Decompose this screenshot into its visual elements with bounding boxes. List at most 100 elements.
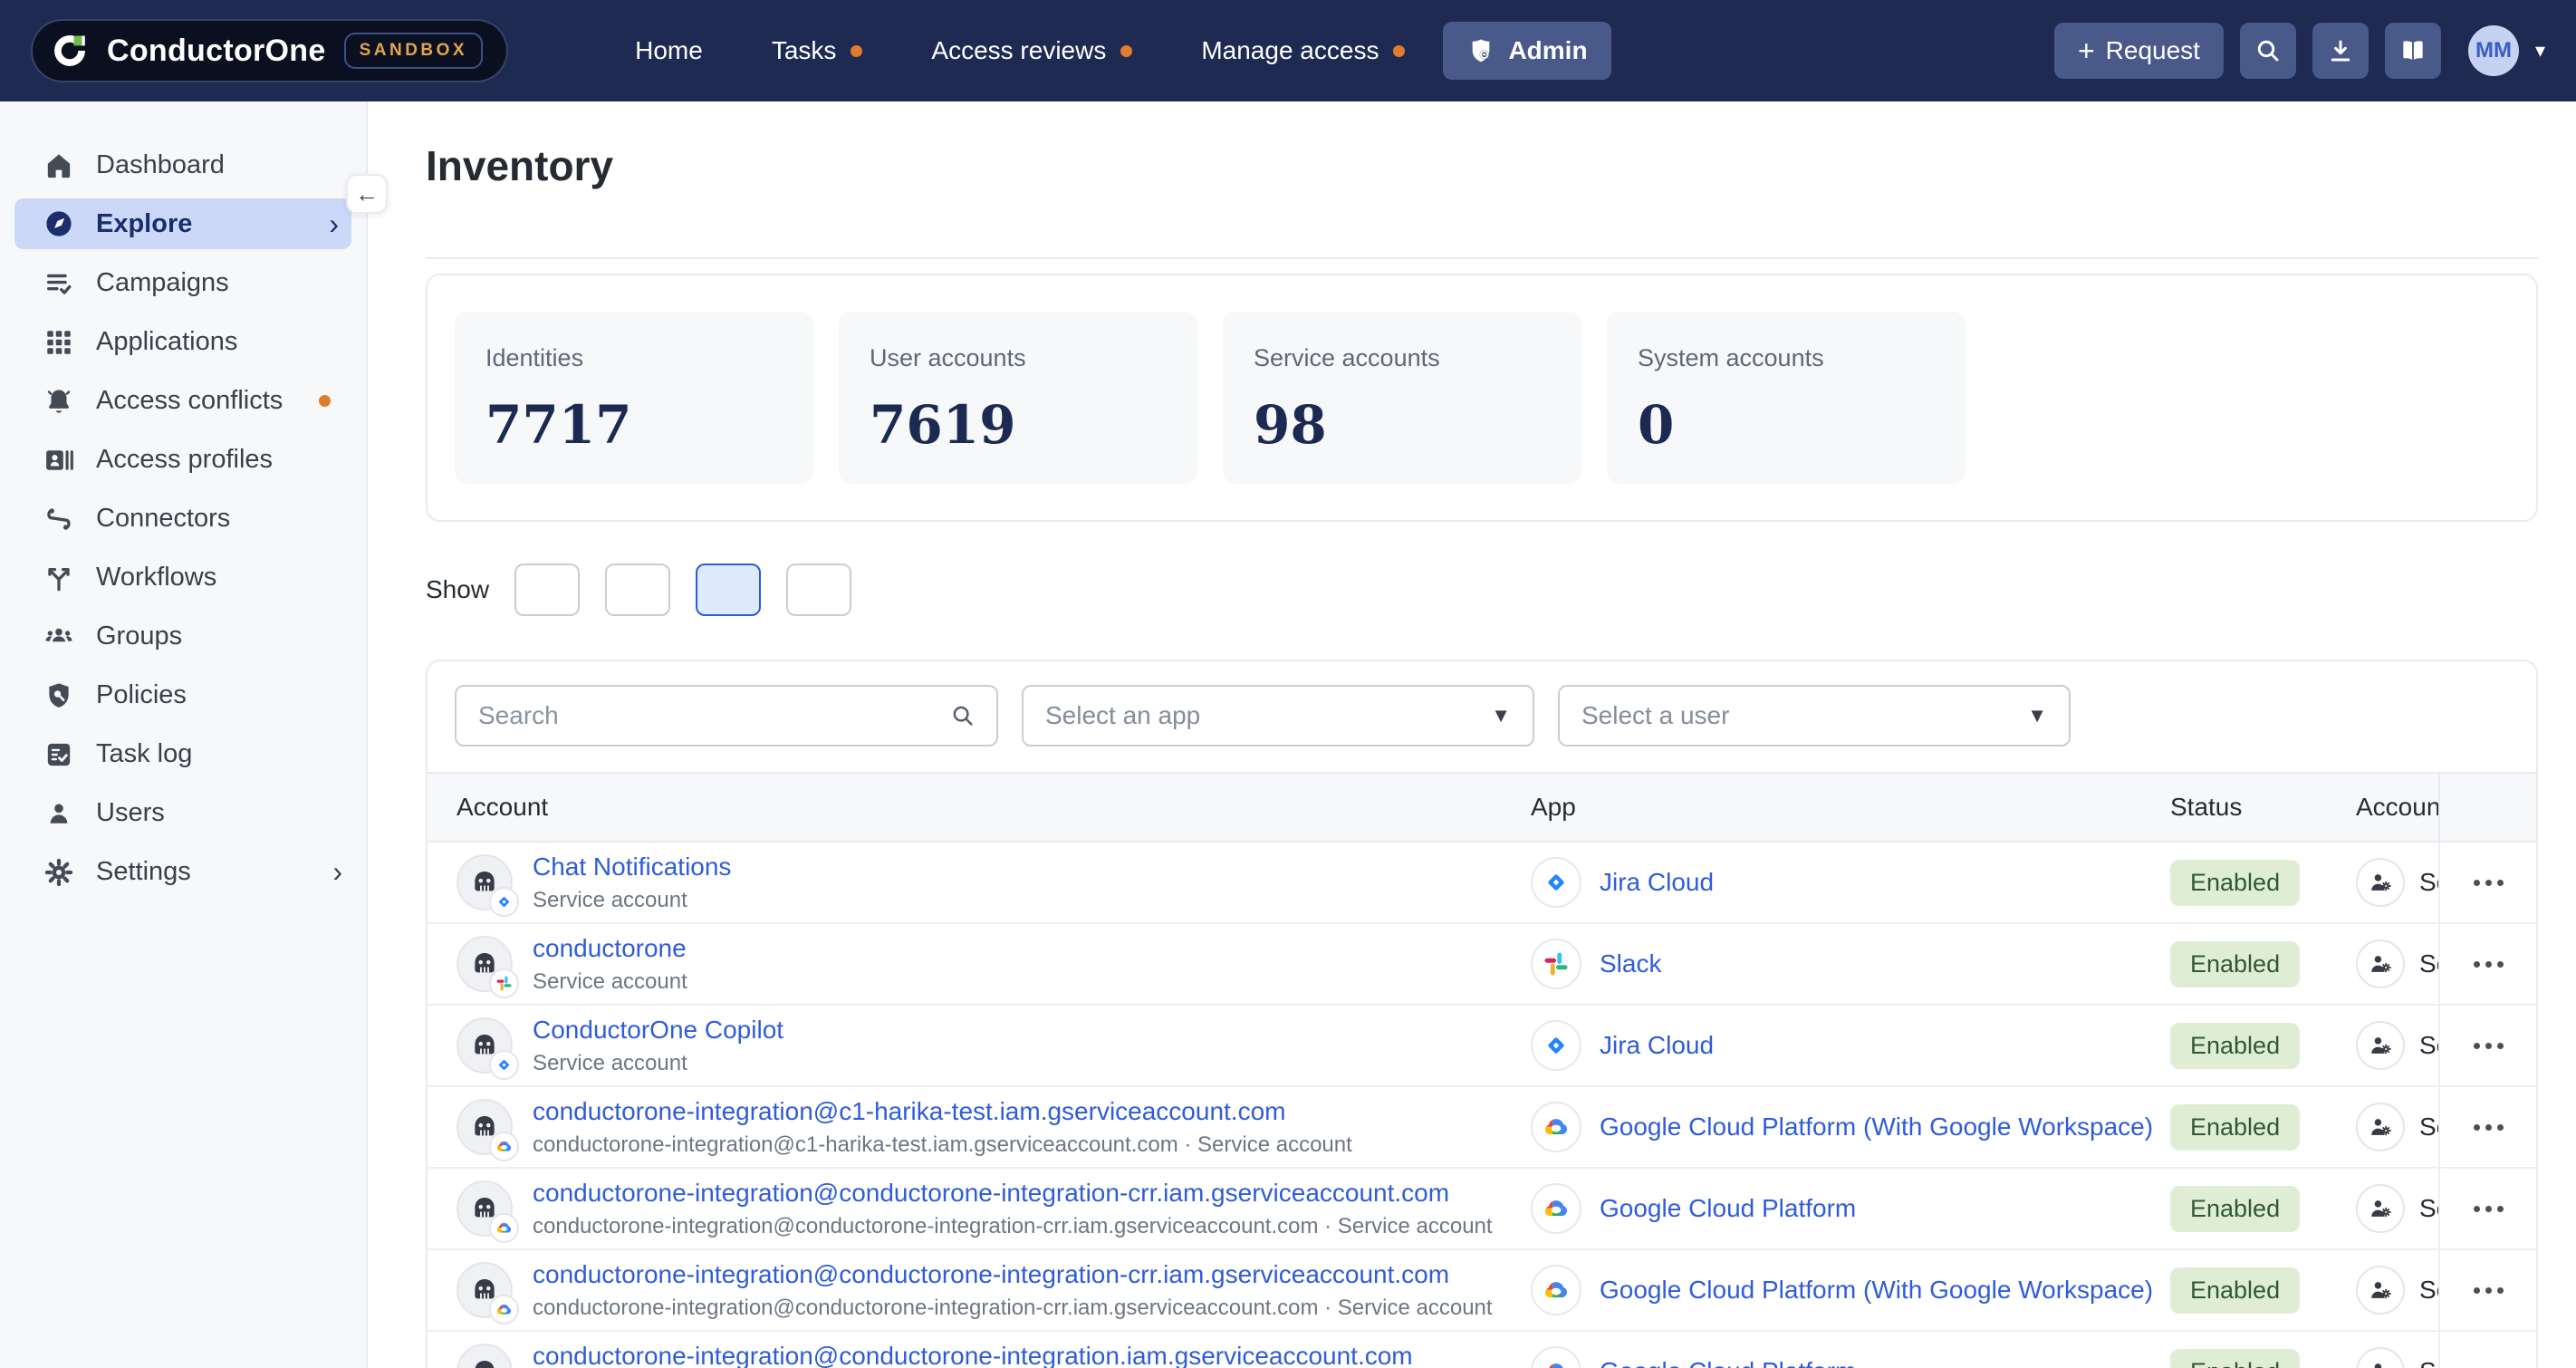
table-row: conductorone-integration@conductorone-in… (428, 1332, 2536, 1368)
row-actions-button[interactable] (2438, 1087, 2536, 1167)
search-icon (949, 702, 976, 729)
sidebar-item-settings[interactable]: Settings › (0, 843, 366, 901)
stat-value: 98 (1254, 394, 1551, 456)
sidebar-item-access-profiles[interactable]: Access profiles (0, 430, 366, 489)
account-link[interactable]: Chat Notifications (533, 853, 731, 881)
stat-label: Service accounts (1254, 344, 1551, 372)
service-account-avatar (457, 854, 513, 910)
status-badge: Enabled (2170, 1104, 2300, 1151)
top-nav-access-reviews[interactable]: Access reviews (931, 36, 1132, 65)
account-subtitle: Service account (533, 1051, 783, 1076)
table-row: conductorone-integration@c1-harika-test.… (428, 1087, 2536, 1169)
chevron-down-icon[interactable]: ▾ (2535, 39, 2545, 63)
app-link[interactable]: Google Cloud Platform (1600, 1194, 1856, 1223)
show-label: Show (426, 575, 489, 604)
account-link[interactable]: conductorone-integration@conductorone-in… (533, 1342, 1461, 1368)
sidebar-item-policies[interactable]: Policies (0, 666, 366, 725)
top-nav-manage-access[interactable]: Manage access (1201, 36, 1405, 65)
sidebar-item-groups[interactable]: Groups (0, 607, 366, 666)
app-cell: Jira Cloud (1531, 1020, 2170, 1071)
sidebar-item-dashboard[interactable]: Dashboard (0, 136, 366, 195)
status-cell: Enabled (2170, 1186, 2356, 1232)
show-filter-system-account[interactable] (786, 564, 851, 616)
sidebar-item-access-conflicts[interactable]: Access conflicts (0, 371, 366, 430)
row-actions-button[interactable] (2438, 924, 2536, 1004)
row-actions-button[interactable] (2438, 843, 2536, 922)
sidebar-item-workflows[interactable]: Workflows (0, 548, 366, 607)
account-type-cell: Service (2356, 1266, 2438, 1315)
admin-shield-icon (1466, 36, 1495, 65)
account-cell: conductorone-integration@c1-harika-test.… (428, 1097, 1531, 1158)
stat-value: 7619 (870, 394, 1167, 456)
download-button[interactable] (2312, 23, 2369, 79)
column-header-account: Account (428, 793, 1531, 822)
notification-dot (851, 45, 862, 57)
app-link[interactable]: Google Cloud Platform (With Google Works… (1600, 1276, 2153, 1305)
search-icon (2254, 36, 2283, 65)
ellipsis-icon (2474, 1124, 2504, 1131)
sidebar-item-users[interactable]: Users (0, 784, 366, 843)
stat-label: User accounts (870, 344, 1167, 372)
sidebar-collapse-button[interactable]: ← (346, 174, 388, 214)
docs-button[interactable] (2385, 23, 2441, 79)
status-badge: Enabled (2170, 1349, 2300, 1368)
app-icon (1531, 939, 1581, 989)
user-avatar[interactable]: MM (2468, 25, 2519, 76)
sidebar-item-campaigns[interactable]: Campaigns (0, 254, 366, 313)
top-nav-tasks[interactable]: Tasks (772, 36, 863, 65)
sidebar-item-explore[interactable]: Explore › (14, 198, 351, 249)
account-subtitle: conductorone-integration@conductorone-in… (533, 1296, 1493, 1321)
admin-button[interactable]: Admin (1443, 22, 1610, 80)
row-actions-button[interactable] (2438, 1332, 2536, 1368)
page-title: Inventory (426, 141, 2538, 190)
app-mini-badge-icon (489, 968, 519, 998)
account-cell: conductorone Service account (428, 934, 1531, 995)
request-button[interactable]: + Request (2054, 23, 2224, 79)
sidebar-item-connectors[interactable]: Connectors (0, 489, 366, 548)
sidebar-item-task-log[interactable]: Task log (0, 725, 366, 784)
app-link[interactable]: Google Cloud Platform (1600, 1357, 1856, 1368)
book-icon (2398, 36, 2427, 65)
app-link[interactable]: Jira Cloud (1600, 1031, 1714, 1060)
top-nav-home[interactable]: Home (635, 36, 703, 65)
account-cell: conductorone-integration@conductorone-in… (428, 1179, 1531, 1239)
row-actions-button[interactable] (2438, 1006, 2536, 1085)
app-mini-badge-icon (489, 1295, 519, 1325)
download-icon (2326, 36, 2355, 65)
account-subtitle: Service account (533, 888, 731, 913)
account-link[interactable]: conductorone (533, 934, 687, 963)
robot-icon (457, 1344, 513, 1368)
service-user-icon (2356, 1021, 2405, 1070)
status-badge: Enabled (2170, 860, 2300, 906)
table-row: conductorone-integration@conductorone-in… (428, 1169, 2536, 1250)
service-user-icon (2356, 1103, 2405, 1151)
account-link[interactable]: conductorone-integration@c1-harika-test.… (533, 1097, 1352, 1126)
search-input[interactable] (476, 700, 949, 731)
chevron-down-icon: ▼ (2027, 704, 2047, 727)
chevron-right-icon: › (329, 207, 339, 241)
app-link[interactable]: Slack (1600, 949, 1661, 978)
account-link[interactable]: ConductorOne Copilot (533, 1016, 783, 1045)
account-link[interactable]: conductorone-integration@conductorone-in… (533, 1260, 1493, 1289)
app-link[interactable]: Google Cloud Platform (With Google Works… (1600, 1113, 2153, 1142)
table-row: conductorone-integration@conductorone-in… (428, 1250, 2536, 1332)
service-account-avatar (457, 1344, 513, 1368)
show-filter-service-account[interactable] (696, 564, 761, 616)
notification-dot (319, 395, 331, 407)
chevron-right-icon: › (332, 855, 342, 889)
show-filter-all[interactable] (514, 564, 580, 616)
sidebar-item-applications[interactable]: Applications (0, 313, 366, 371)
ellipsis-icon (2474, 1287, 2504, 1294)
table-filter-row: Select an app ▼ Select a user ▼ (428, 661, 2536, 772)
app-select[interactable]: Select an app ▼ (1022, 685, 1534, 747)
brand-logo[interactable]: ConductorOne SANDBOX (31, 19, 508, 82)
user-select[interactable]: Select a user ▼ (1558, 685, 2071, 747)
plus-icon: + (2078, 36, 2095, 65)
row-actions-button[interactable] (2438, 1250, 2536, 1330)
row-actions-button[interactable] (2438, 1169, 2536, 1248)
account-link[interactable]: conductorone-integration@conductorone-in… (533, 1179, 1493, 1208)
account-cell: ConductorOne Copilot Service account (428, 1016, 1531, 1076)
app-link[interactable]: Jira Cloud (1600, 868, 1714, 897)
search-button[interactable] (2240, 23, 2296, 79)
show-filter-user[interactable] (605, 564, 670, 616)
